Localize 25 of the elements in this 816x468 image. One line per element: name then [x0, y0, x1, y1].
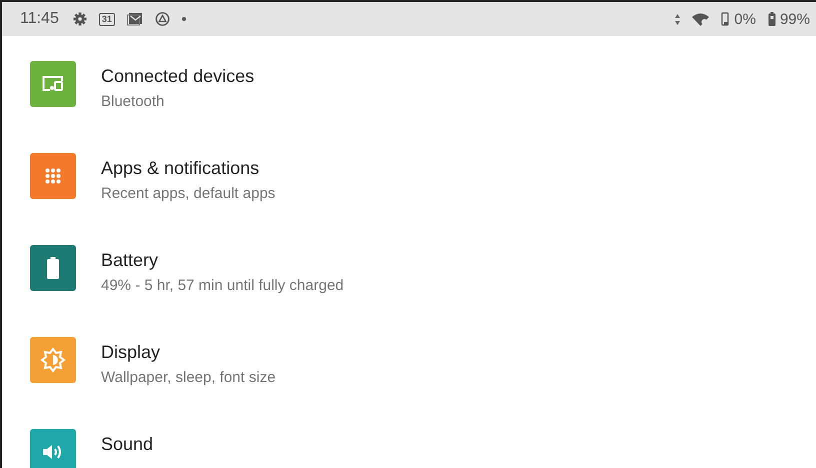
mail-icon: [126, 12, 143, 26]
settings-item-title: Apps & notifications: [101, 158, 260, 179]
settings-item-title: Battery: [101, 250, 160, 271]
device-battery-percent: 0%: [734, 10, 756, 28]
calendar-icon: 31: [98, 12, 115, 26]
battery-percent: 99%: [780, 10, 810, 28]
settings-item-subtitle: 49% - 5 hr, 57 min until fully charged: [101, 277, 344, 294]
settings-item[interactable]: Battery 49% - 5 hr, 57 min until fully charged: [2, 245, 816, 337]
settings-item[interactable]: Apps & notifications Recent apps, default apps: [2, 153, 816, 245]
data-arrows-icon: [675, 14, 680, 24]
settings-item-subtitle: Wallpaper, sleep, font size: [101, 369, 276, 386]
gear-icon: [72, 12, 87, 26]
wifi-icon: [692, 12, 710, 26]
settings-item-title: Display: [101, 342, 162, 363]
settings-item[interactable]: Display Wallpaper, sleep, font size: [2, 337, 816, 429]
battery-icon: [768, 12, 776, 26]
phone-battery-icon: [721, 12, 730, 26]
settings-item-title: Connected devices: [101, 66, 254, 87]
settings-item-subtitle: Recent apps, default apps: [101, 185, 276, 202]
settings-item[interactable]: Connected devices Bluetooth: [2, 61, 816, 153]
dot-icon: [182, 17, 186, 21]
status-time: 11:45: [20, 10, 59, 28]
settings-item-subtitle: Bluetooth: [101, 93, 166, 110]
settings-item[interactable]: Sound: [2, 429, 816, 468]
settings-item-title: Sound: [101, 434, 154, 455]
